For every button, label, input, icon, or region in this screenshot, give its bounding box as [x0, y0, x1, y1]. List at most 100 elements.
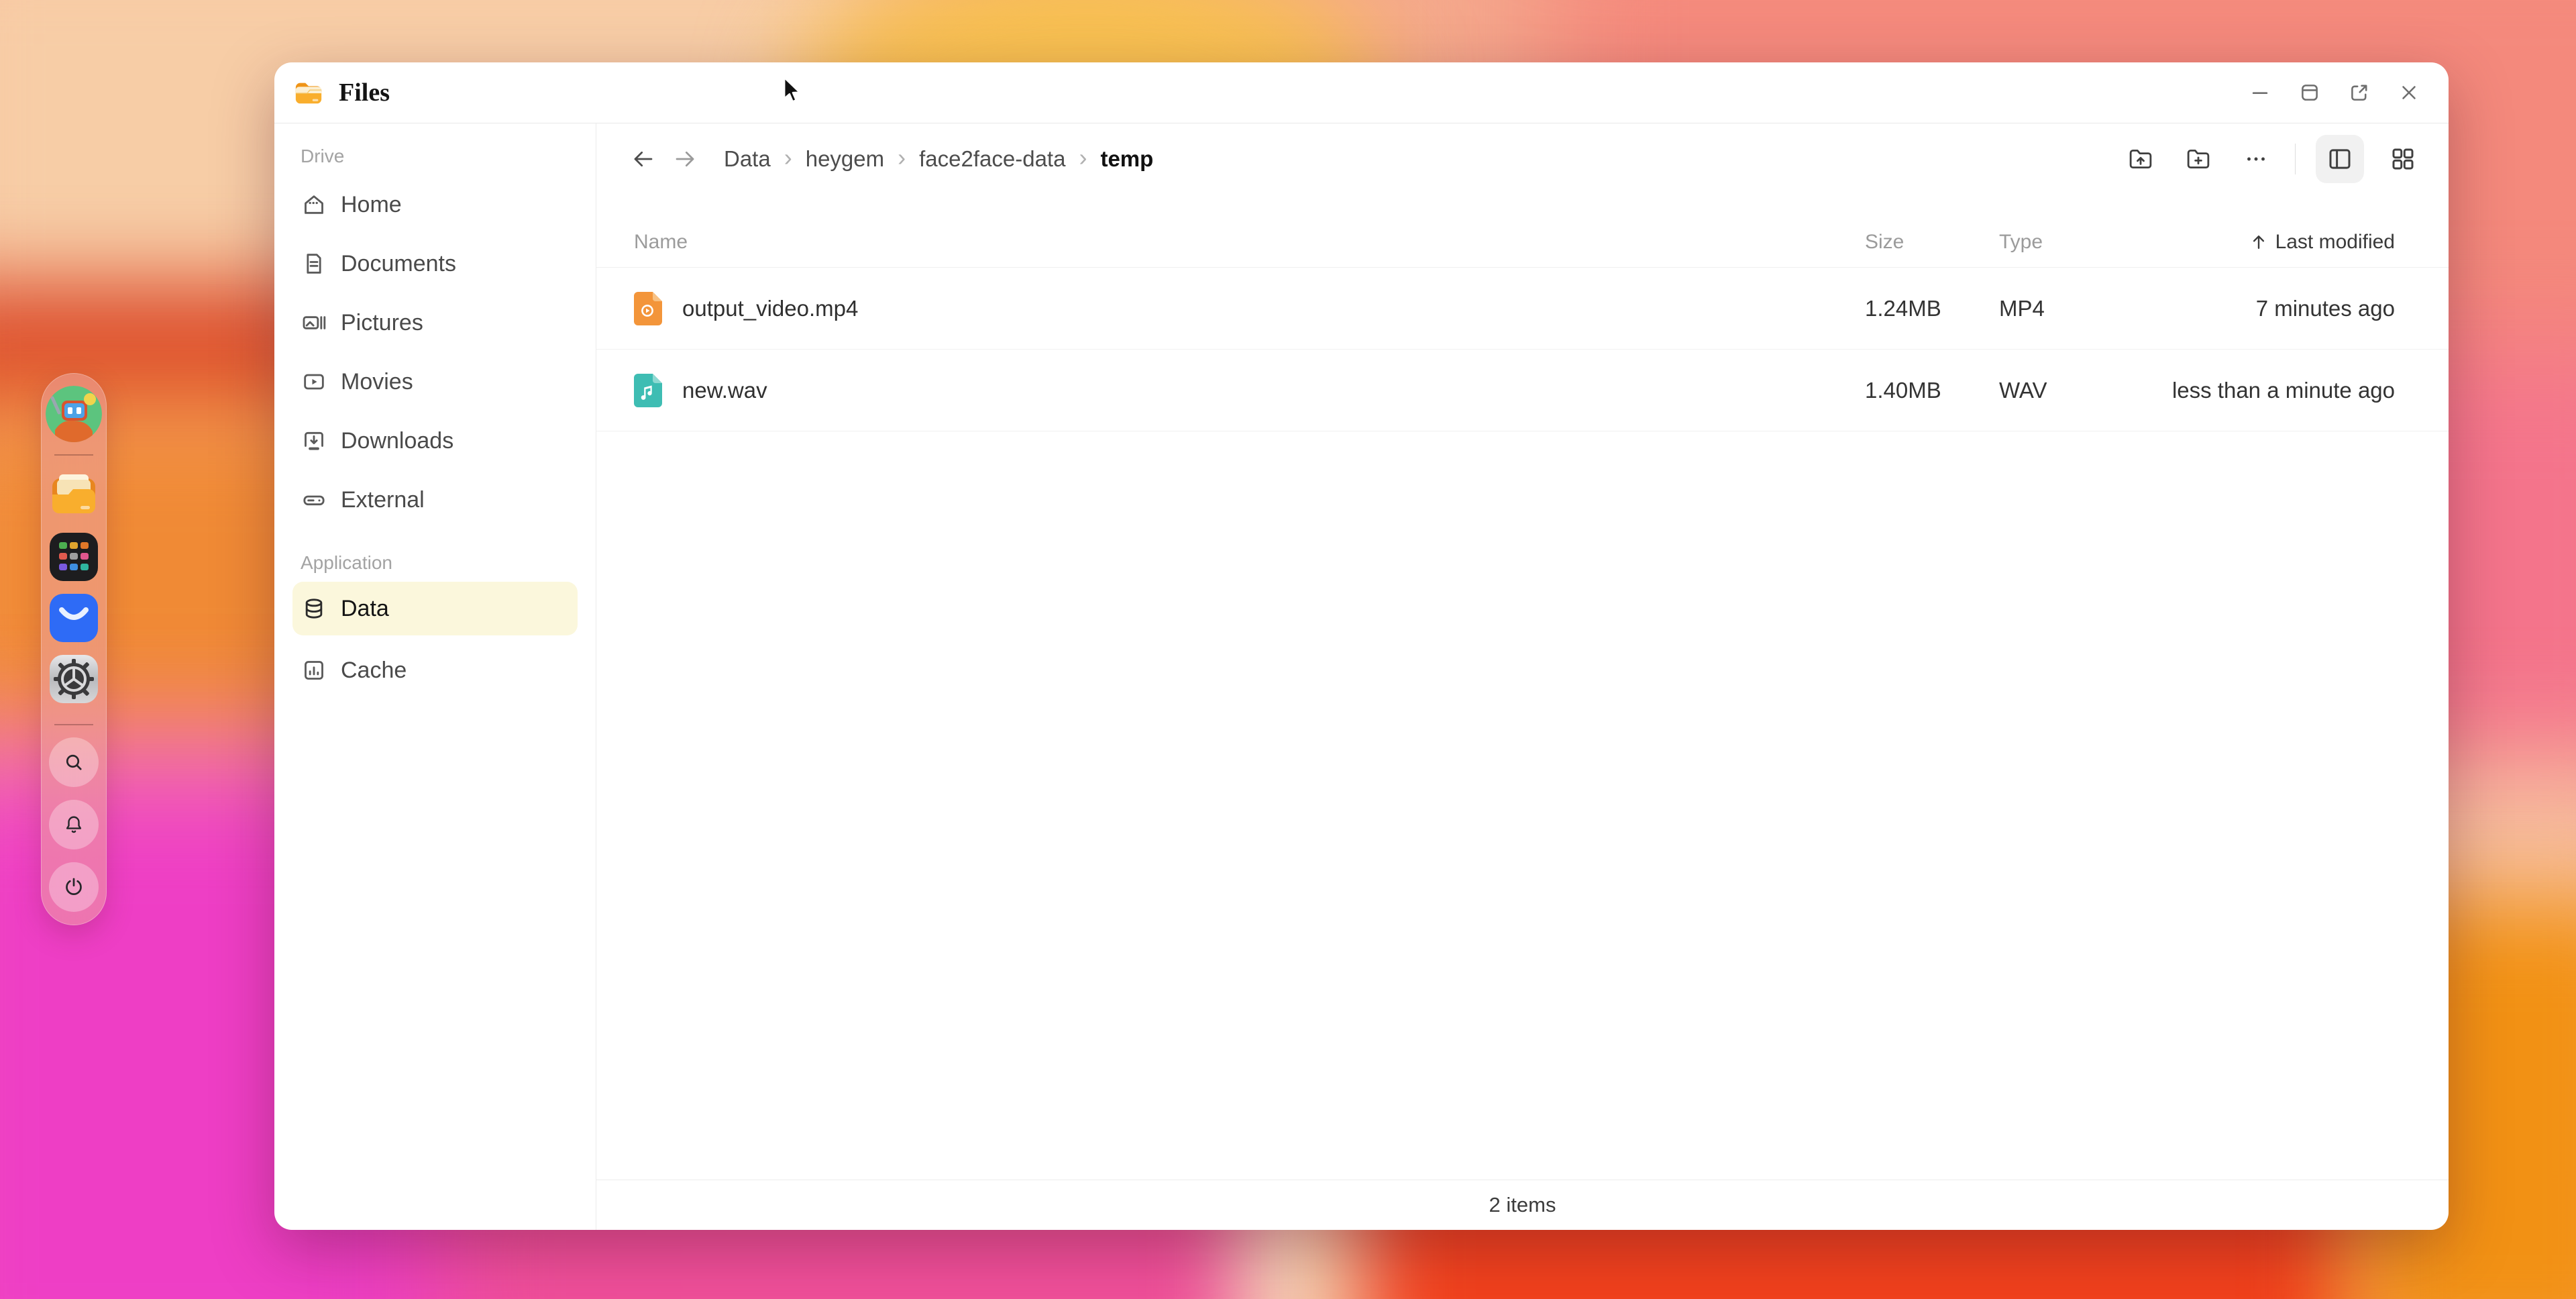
file-name: output_video.mp4 [682, 296, 858, 321]
more-button[interactable] [2237, 140, 2275, 178]
breadcrumb-item-face2face-data[interactable]: face2face-data [912, 142, 1072, 176]
more-icon [2242, 145, 2270, 173]
file-type: MP4 [1999, 296, 2153, 321]
file-size: 1.40MB [1865, 378, 1999, 403]
dock [41, 373, 107, 925]
back-button[interactable] [629, 144, 658, 174]
video-file-icon [634, 292, 662, 325]
movies-icon [301, 368, 327, 395]
assistant-avatar-icon[interactable] [46, 386, 102, 442]
power-button[interactable] [49, 862, 99, 912]
power-icon [62, 875, 86, 899]
new-folder-button[interactable] [2180, 140, 2217, 178]
desktop: Files Drive [0, 0, 2576, 1299]
file-type: WAV [1999, 378, 2153, 403]
sidebar-item-pictures[interactable]: Pictures [274, 293, 596, 352]
sidebar-item-data[interactable]: Data [292, 582, 578, 635]
file-list: output_video.mp4 1.24MB MP4 7 minutes ag… [596, 268, 2449, 1180]
sidebar-item-documents[interactable]: Documents [274, 234, 596, 293]
folder-upload-icon [2127, 145, 2155, 173]
column-header-name[interactable]: Name [634, 231, 1865, 254]
downloads-icon [301, 427, 327, 454]
sidebar-item-external[interactable]: External [274, 470, 596, 529]
sidebar-section-label: Application [301, 550, 596, 576]
item-count: 2 items [1489, 1193, 1556, 1217]
upload-folder-button[interactable] [2122, 140, 2159, 178]
file-row-output-video[interactable]: output_video.mp4 1.24MB MP4 7 minutes ag… [596, 268, 2449, 350]
settings-icon[interactable] [46, 651, 102, 707]
sidebar-item-label: Movies [341, 369, 413, 395]
dock-divider [54, 724, 93, 725]
minimize-icon [2249, 81, 2271, 104]
database-icon [301, 595, 327, 622]
minimize-button[interactable] [2245, 77, 2275, 108]
home-icon [301, 191, 327, 218]
file-modified: 7 minutes ago [2153, 296, 2395, 321]
close-button[interactable] [2394, 77, 2424, 108]
folder-icon [293, 77, 324, 108]
column-header-type[interactable]: Type [1999, 231, 2153, 254]
sidebar-item-cache[interactable]: Cache [274, 641, 596, 700]
file-modified: less than a minute ago [2153, 378, 2395, 403]
breadcrumb: Data › heygem › face2face-data › temp [717, 142, 1160, 176]
sidebar-item-label: Home [341, 192, 402, 218]
pictures-icon [301, 309, 327, 336]
forward-button[interactable] [670, 144, 700, 174]
breadcrumb-item-data[interactable]: Data [717, 142, 777, 176]
list-view-icon [2326, 145, 2354, 173]
sidebar-item-downloads[interactable]: Downloads [274, 411, 596, 470]
sidebar-item-label: Downloads [341, 428, 453, 454]
sidebar-item-movies[interactable]: Movies [274, 352, 596, 411]
chevron-right-icon: › [891, 144, 912, 172]
table-header: Name Size Type Last modified [596, 194, 2449, 268]
status-bar: 2 items [596, 1180, 2449, 1230]
launcher-icon[interactable] [46, 529, 102, 585]
breadcrumb-item-heygem[interactable]: heygem [799, 142, 891, 176]
sidebar-section-label: Drive [301, 143, 596, 170]
navigation-bar: Data › heygem › face2face-data › temp [596, 123, 2449, 194]
maximize-button[interactable] [2294, 77, 2325, 108]
sidebar-item-label: Pictures [341, 310, 423, 336]
sort-arrow-up-icon [2249, 232, 2269, 252]
bell-icon [62, 813, 86, 837]
close-icon [2398, 81, 2420, 104]
breadcrumb-item-temp: temp [1093, 142, 1160, 176]
sidebar-item-label: Cache [341, 658, 407, 684]
app-store-icon[interactable] [46, 590, 102, 646]
cache-icon [301, 657, 327, 684]
window-title: Files [339, 78, 390, 107]
sidebar-item-label: Data [341, 596, 389, 622]
file-row-new-wav[interactable]: new.wav 1.40MB WAV less than a minute ag… [596, 350, 2449, 431]
arrow-left-icon [631, 147, 655, 171]
arrow-right-icon [673, 147, 697, 171]
main-content: Data › heygem › face2face-data › temp [596, 123, 2449, 1230]
chevron-right-icon: › [1072, 144, 1093, 172]
open-in-new-icon [2348, 81, 2371, 104]
mouse-cursor [778, 75, 808, 105]
search-icon [62, 750, 86, 774]
files-app-icon[interactable] [46, 468, 102, 524]
detach-button[interactable] [2344, 77, 2375, 108]
grid-view-button[interactable] [2384, 140, 2422, 178]
file-size: 1.24MB [1865, 296, 1999, 321]
sidebar-item-label: Documents [341, 251, 456, 277]
maximize-icon [2298, 81, 2321, 104]
sidebar: Drive Home Documents [274, 123, 596, 1230]
column-header-label: Last modified [2275, 231, 2395, 254]
column-header-last-modified[interactable]: Last modified [2153, 231, 2395, 254]
list-view-button[interactable] [2316, 135, 2364, 183]
files-window: Files Drive [274, 62, 2449, 1230]
column-header-size[interactable]: Size [1865, 231, 1999, 254]
sidebar-item-label: External [341, 487, 425, 513]
grid-view-icon [2389, 145, 2417, 173]
search-button[interactable] [49, 737, 99, 787]
titlebar[interactable]: Files [274, 62, 2449, 123]
chevron-right-icon: › [777, 144, 799, 172]
audio-file-icon [634, 374, 662, 407]
file-name: new.wav [682, 378, 767, 403]
sidebar-item-home[interactable]: Home [274, 175, 596, 234]
folder-plus-icon [2184, 145, 2212, 173]
document-icon [301, 250, 327, 277]
notifications-button[interactable] [49, 800, 99, 849]
dock-divider [54, 454, 93, 456]
